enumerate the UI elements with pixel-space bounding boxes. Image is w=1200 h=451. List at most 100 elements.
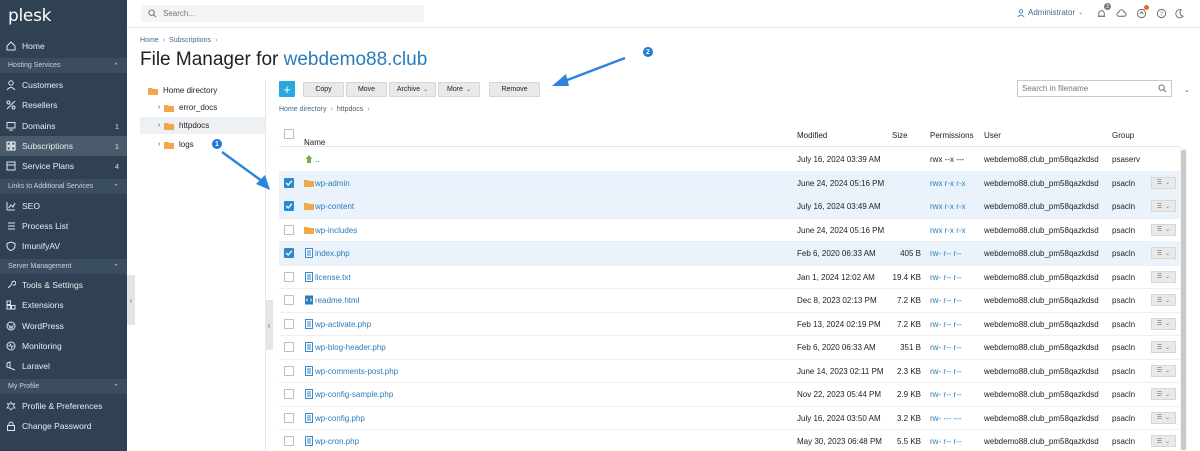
sidebar-item-imunifyav[interactable]: ImunifyAV xyxy=(0,236,127,256)
row-checkbox[interactable] xyxy=(284,295,294,305)
row-checkbox[interactable] xyxy=(284,318,294,329)
help-button[interactable]: ? xyxy=(1155,7,1167,19)
notifications-button[interactable]: 3 xyxy=(1095,3,1111,19)
table-row[interactable]: index.php Feb 6, 2020 06:33 AM 405 B rw- r-… xyxy=(279,242,1180,266)
file-search-input[interactable] xyxy=(1022,84,1157,93)
sidebar-item-wordpress[interactable]: WordPress xyxy=(0,316,127,336)
table-scrollbar[interactable] xyxy=(1180,148,1187,451)
sidebar-item-domains[interactable]: Domains 1 xyxy=(0,116,127,136)
sidebar-item-monitoring[interactable]: Monitoring xyxy=(0,336,127,356)
sidebar-item-customers[interactable]: Customers xyxy=(0,75,127,95)
breadcrumb-home[interactable]: Home xyxy=(140,37,159,44)
breadcrumb-subscriptions[interactable]: Subscriptions xyxy=(169,37,211,44)
sidebar-item-home[interactable]: Home xyxy=(0,36,127,56)
row-actions-menu[interactable]: ☰ ⌄ xyxy=(1151,435,1176,447)
column-group[interactable]: Group xyxy=(1112,131,1134,140)
row-actions-menu[interactable]: ☰ ⌄ xyxy=(1151,341,1176,353)
tree-item-httpdocs[interactable]: › httpdocs xyxy=(140,117,265,134)
search-options-chevron-icon[interactable]: ⌄ xyxy=(1184,86,1190,94)
page-title-domain[interactable]: webdemo88.club xyxy=(284,49,428,70)
add-button[interactable]: + xyxy=(279,81,295,97)
file-permissions[interactable]: rwx r-x r-x xyxy=(930,226,966,235)
row-actions-menu[interactable]: ☰ ⌄ xyxy=(1151,176,1176,189)
scrollbar-thumb[interactable] xyxy=(1181,150,1186,450)
chevron-right-icon[interactable]: › xyxy=(154,104,164,111)
column-permissions[interactable]: Permissions xyxy=(930,131,974,140)
row-checkbox[interactable] xyxy=(284,365,294,376)
column-user[interactable]: User xyxy=(984,131,1001,140)
table-row[interactable]: .. July 16, 2024 03:39 AM rwx --x --- webde… xyxy=(279,148,1180,172)
file-permissions[interactable]: rw- r-- r-- xyxy=(930,249,962,258)
theme-toggle[interactable] xyxy=(1173,7,1185,19)
file-permissions[interactable]: rwx r-x r-x xyxy=(930,179,966,188)
sidebar-item-process-list[interactable]: Process List xyxy=(0,216,127,236)
table-row[interactable]: wp-includes June 24, 2024 05:16 PM rwx r-x… xyxy=(279,219,1180,242)
row-actions-menu[interactable]: ☰ ⌄ xyxy=(1151,270,1176,283)
row-checkbox[interactable] xyxy=(284,271,294,282)
copy-button[interactable]: Copy xyxy=(303,82,344,97)
sidebar-section-header[interactable]: Server Management ⌃ xyxy=(0,259,127,274)
chevron-right-icon[interactable]: › xyxy=(154,141,164,148)
table-row[interactable]: license.txt Jan 1, 2024 12:02 AM 19.4 KB rw… xyxy=(279,266,1180,289)
table-row[interactable]: wp-activate.php Feb 13, 2024 02:19 PM 7.2 … xyxy=(279,313,1180,336)
file-name[interactable]: wp-content xyxy=(315,202,354,211)
file-name[interactable]: wp-comments-post.php xyxy=(315,367,398,376)
tree-collapse-handle[interactable]: ‹ xyxy=(265,300,273,350)
row-checkbox[interactable] xyxy=(284,201,294,211)
sidebar-item-extensions[interactable]: Extensions xyxy=(0,295,127,315)
file-permissions[interactable]: rw- --- --- xyxy=(930,414,962,423)
cloud-button[interactable] xyxy=(1115,7,1127,19)
file-permissions[interactable]: rwx r-x r-x xyxy=(930,202,966,211)
table-row[interactable]: wp-cron.php May 30, 2023 06:48 PM 5.5 KB rw… xyxy=(279,430,1180,451)
row-checkbox[interactable] xyxy=(284,342,294,352)
row-actions-menu[interactable]: ☰ ⌄ xyxy=(1151,294,1176,306)
remove-button[interactable]: Remove xyxy=(489,82,540,97)
sidebar-item-profile-preferences[interactable]: Profile & Preferences xyxy=(0,396,127,416)
row-checkbox[interactable] xyxy=(284,248,294,258)
sidebar-item-tools-settings[interactable]: Tools & Settings xyxy=(0,275,127,295)
row-actions-menu[interactable]: ☰ ⌄ xyxy=(1151,223,1176,236)
table-row[interactable]: wp-config.php July 16, 2024 03:50 AM 3.2 K… xyxy=(279,407,1180,430)
file-name[interactable]: wp-activate.php xyxy=(315,320,371,329)
path-root[interactable]: Home directory xyxy=(279,106,326,113)
column-size[interactable]: Size xyxy=(892,131,908,140)
sidebar-collapse-handle[interactable]: ‹ xyxy=(127,275,135,325)
tree-item-logs[interactable]: › logs xyxy=(154,136,194,153)
file-permissions[interactable]: rw- r-- r-- xyxy=(930,437,962,446)
more-button[interactable]: More ⌄ xyxy=(438,82,480,97)
column-modified[interactable]: Modified xyxy=(797,131,827,140)
file-permissions[interactable]: rw- r-- r-- xyxy=(930,320,962,329)
row-actions-menu[interactable]: ☰ ⌄ xyxy=(1151,411,1176,424)
row-actions-menu[interactable]: ☰ ⌄ xyxy=(1151,317,1176,330)
row-checkbox[interactable] xyxy=(284,177,294,188)
file-search[interactable] xyxy=(1017,80,1172,97)
upgrade-button[interactable] xyxy=(1135,5,1149,19)
sidebar-item-resellers[interactable]: Resellers xyxy=(0,95,127,115)
sidebar-section-header[interactable]: My Profile ⌃ xyxy=(0,379,127,394)
row-checkbox[interactable] xyxy=(284,224,294,235)
tree-root[interactable]: Home directory xyxy=(148,82,217,99)
chevron-right-icon[interactable]: › xyxy=(154,122,164,129)
row-actions-menu[interactable]: ☰ ⌄ xyxy=(1151,364,1176,377)
file-permissions[interactable]: rw- r-- r-- xyxy=(930,367,962,376)
row-actions-menu[interactable]: ☰ ⌄ xyxy=(1151,388,1176,400)
file-permissions[interactable]: rw- r-- r-- xyxy=(930,390,962,399)
file-permissions[interactable]: rw- r-- r-- xyxy=(930,273,962,282)
file-name[interactable]: license.txt xyxy=(315,273,351,282)
sidebar-section-header[interactable]: Hosting Services ⌃ xyxy=(0,58,127,73)
select-all-checkbox[interactable] xyxy=(284,129,294,139)
sidebar-item-laravel[interactable]: Laravel xyxy=(0,356,127,376)
file-name[interactable]: wp-admin xyxy=(315,179,350,188)
archive-button[interactable]: Archive ⌄ xyxy=(389,82,436,97)
file-name[interactable]: wp-config.php xyxy=(315,414,365,423)
file-permissions[interactable]: rw- r-- r-- xyxy=(930,296,962,305)
file-name[interactable]: wp-cron.php xyxy=(315,437,359,446)
table-row[interactable]: readme.html Dec 8, 2023 02:13 PM 7.2 KB rw-… xyxy=(279,289,1180,313)
table-row[interactable]: wp-blog-header.php Feb 6, 2020 06:33 AM 35… xyxy=(279,336,1180,360)
row-actions-menu[interactable]: ☰ ⌄ xyxy=(1151,200,1176,212)
global-search[interactable] xyxy=(141,5,424,22)
file-name[interactable]: index.php xyxy=(315,249,350,258)
search-icon[interactable] xyxy=(1158,84,1167,93)
sidebar-item-service-plans[interactable]: Service Plans 4 xyxy=(0,156,127,176)
table-row[interactable]: wp-config-sample.php Nov 22, 2023 05:44 P… xyxy=(279,383,1180,407)
